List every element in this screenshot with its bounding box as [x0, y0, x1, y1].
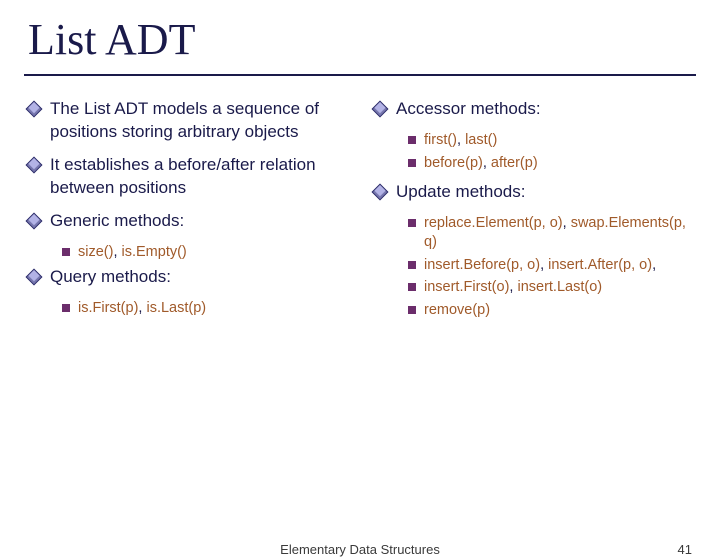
bullet-text: first(), last() — [424, 131, 497, 150]
diamond-icon — [26, 268, 43, 285]
diamond-icon — [26, 157, 43, 174]
method-name: replace.Element(p, o) — [424, 215, 563, 231]
square-icon — [62, 248, 70, 256]
method-name: first() — [424, 132, 457, 148]
square-icon — [408, 306, 416, 314]
method-name: after(p) — [491, 155, 538, 171]
method-name: is.Empty() — [122, 244, 187, 260]
bullet-level2: first(), last() — [408, 131, 692, 150]
bullet-level2: replace.Element(p, o), swap.Elements(p, … — [408, 214, 692, 252]
method-name: insert.First(o) — [424, 279, 509, 295]
bullet-text: remove(p) — [424, 301, 490, 320]
bullet-level2: is.First(p), is.Last(p) — [62, 299, 346, 318]
bullet-text: The List ADT models a sequence of positi… — [50, 98, 346, 144]
left-column: The List ADT models a sequence of positi… — [28, 98, 346, 324]
bullet-text: is.First(p), is.Last(p) — [78, 299, 206, 318]
bullet-level1: It establishes a before/after relation b… — [28, 154, 346, 200]
bullet-text: size(), is.Empty() — [78, 243, 187, 262]
diamond-icon — [26, 213, 43, 230]
method-name: before(p) — [424, 155, 483, 171]
bullet-text: Accessor methods: — [396, 98, 692, 121]
bullet-text: replace.Element(p, o), swap.Elements(p, … — [424, 214, 692, 252]
slide-title: List ADT — [28, 16, 720, 64]
square-icon — [408, 219, 416, 227]
bullet-text: Generic methods: — [50, 210, 346, 233]
bullet-level2: insert.First(o), insert.Last(o) — [408, 278, 692, 297]
sep: , — [652, 257, 656, 273]
method-name: insert.Before(p, o) — [424, 257, 540, 273]
page-number: 41 — [678, 542, 692, 557]
bullet-level2: size(), is.Empty() — [62, 243, 346, 262]
method-name: size() — [78, 244, 113, 260]
method-name: insert.Last(o) — [517, 279, 602, 295]
bullet-level1: Generic methods: — [28, 210, 346, 233]
title-underline — [24, 74, 696, 76]
bullet-text: Query methods: — [50, 266, 346, 289]
method-name: is.Last(p) — [146, 300, 206, 316]
bullet-text: insert.Before(p, o), insert.After(p, o), — [424, 256, 656, 275]
diamond-icon — [372, 101, 389, 118]
content-columns: The List ADT models a sequence of positi… — [0, 98, 720, 324]
bullet-level2: before(p), after(p) — [408, 154, 692, 173]
square-icon — [408, 136, 416, 144]
method-name: remove(p) — [424, 302, 490, 318]
right-column: Accessor methods: first(), last() before… — [374, 98, 692, 324]
square-icon — [408, 283, 416, 291]
bullet-level1: The List ADT models a sequence of positi… — [28, 98, 346, 144]
sep: , — [457, 132, 465, 148]
method-name: last() — [465, 132, 497, 148]
bullet-text: before(p), after(p) — [424, 154, 538, 173]
square-icon — [408, 261, 416, 269]
bullet-text: Update methods: — [396, 181, 692, 204]
bullet-level1: Accessor methods: — [374, 98, 692, 121]
bullet-text: It establishes a before/after relation b… — [50, 154, 346, 200]
sep: , — [563, 215, 571, 231]
bullet-level2: insert.Before(p, o), insert.After(p, o), — [408, 256, 692, 275]
sep: , — [540, 257, 548, 273]
bullet-text: insert.First(o), insert.Last(o) — [424, 278, 602, 297]
sep: , — [113, 244, 121, 260]
square-icon — [408, 159, 416, 167]
bullet-level2: remove(p) — [408, 301, 692, 320]
method-name: is.First(p) — [78, 300, 138, 316]
sep: , — [483, 155, 491, 171]
diamond-icon — [26, 101, 43, 118]
diamond-icon — [372, 184, 389, 201]
square-icon — [62, 304, 70, 312]
method-name: insert.After(p, o) — [548, 257, 652, 273]
bullet-level1: Query methods: — [28, 266, 346, 289]
bullet-level1: Update methods: — [374, 181, 692, 204]
footer-center: Elementary Data Structures — [0, 542, 720, 557]
